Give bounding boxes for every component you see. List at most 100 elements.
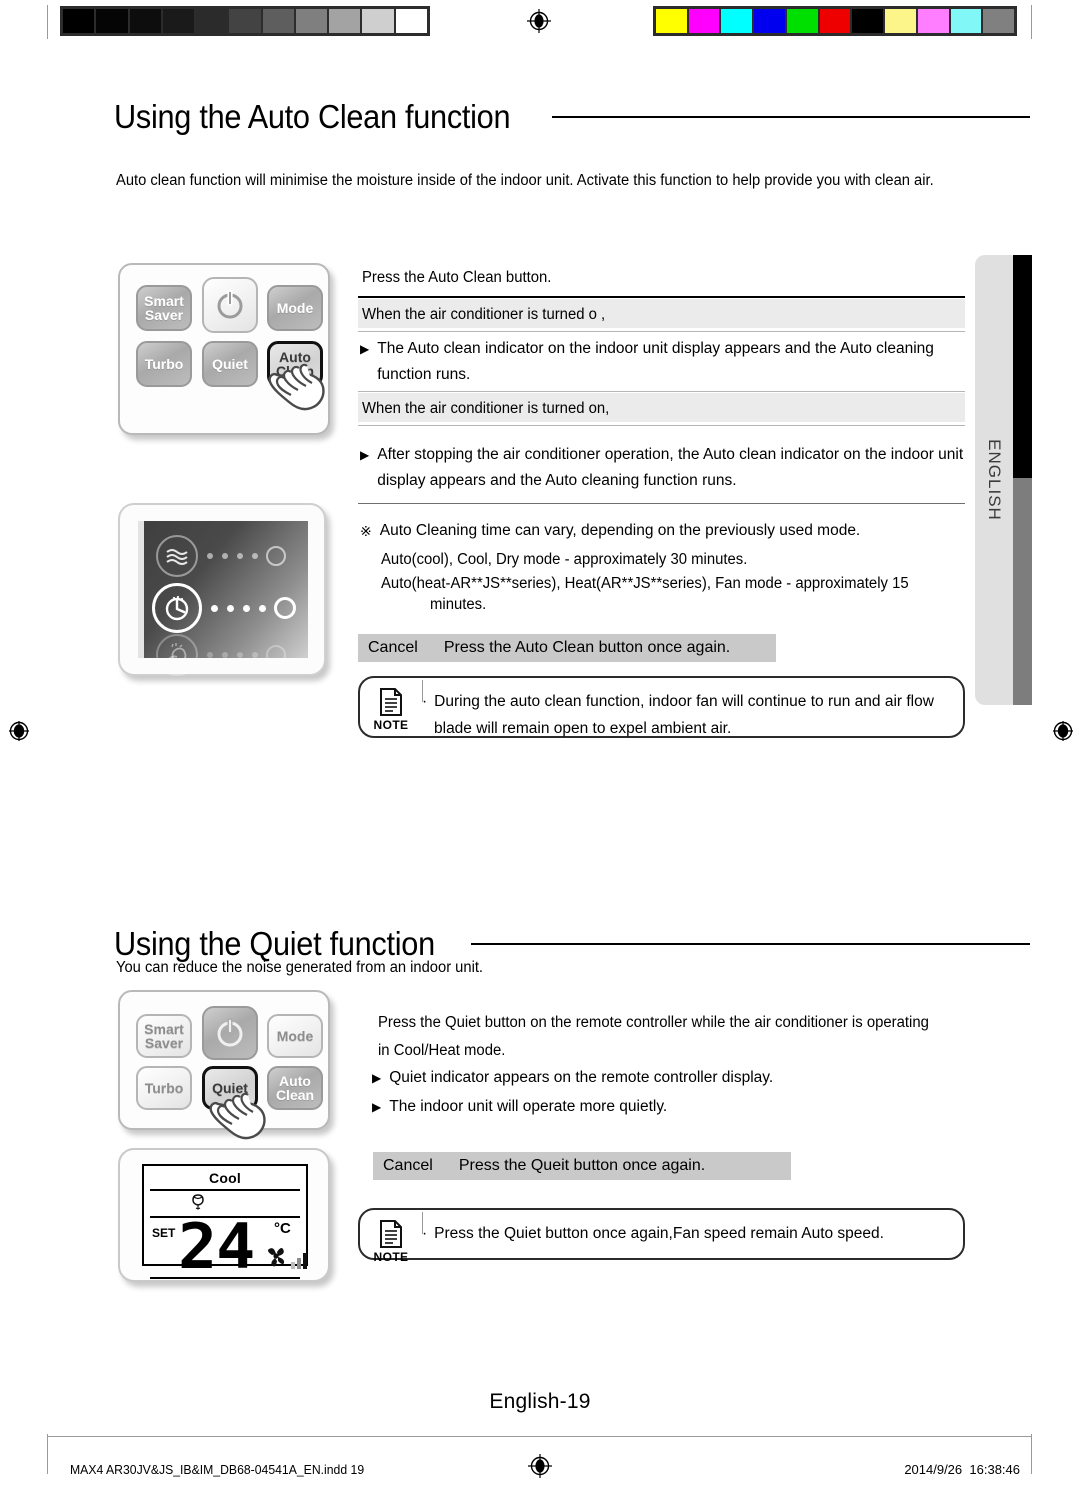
quiet-bullet-2: ▶ The indoor unit will operate more quie… — [372, 1094, 972, 1120]
remote-button-power[interactable] — [202, 1006, 258, 1060]
remote-button-label: Turbo — [144, 1079, 184, 1096]
remote-button-quiet[interactable]: Quiet — [202, 1066, 258, 1110]
note-line-2: blade will remain open to expel ambient … — [434, 720, 732, 737]
remote-button-label: Quiet — [212, 1079, 248, 1096]
color-swatch-8 — [917, 9, 949, 33]
color-swatch-4 — [786, 9, 818, 33]
remote-controller-auto-clean: Smart Saver Mode Turbo Quiet Auto Clean — [118, 263, 330, 435]
grayscale-swatch-4 — [196, 9, 228, 33]
timing-note-lead: ※ Auto Cleaning time can vary, depending… — [360, 518, 985, 544]
heading-rule — [552, 116, 1030, 118]
footer-timestamp: 2014/9/26 16:38:46 — [904, 1462, 1020, 1477]
power-icon — [217, 1018, 243, 1047]
footer-file-name: MAX4 AR30JV&JS_IB&IM_DB68-04541A_EN.indd… — [70, 1462, 365, 1477]
grayscale-swatch-3 — [162, 9, 195, 33]
grayscale-swatch-5 — [229, 9, 261, 33]
case-off-bullet: ▶ The Auto clean indicator on the indoor… — [360, 336, 985, 388]
note-document-icon — [380, 1220, 402, 1248]
color-swatch-2 — [721, 9, 753, 33]
cancel-label: Cancel — [368, 639, 418, 656]
remote-button-auto-clean[interactable]: Auto Clean — [267, 341, 323, 387]
fan-icon — [268, 1248, 285, 1267]
section-intro-quiet: You can reduce the noise generated from … — [116, 959, 484, 976]
quiet-leaf-icon — [192, 1194, 204, 1210]
remote-button-label: Quiet — [212, 355, 248, 372]
case-on-band: When the air conditioner is turned on, — [358, 393, 965, 422]
case-on-bullet: ▶ After stopping the air conditioner ope… — [360, 442, 992, 494]
color-swatch-3 — [754, 9, 785, 33]
color-swatch-6 — [852, 9, 884, 33]
remote-button-quiet[interactable]: Quiet — [202, 341, 258, 387]
page-number: English-19 — [489, 1390, 591, 1413]
crop-line-left — [47, 5, 48, 39]
quiet-step-line-2: in Cool/Heat mode. — [378, 1042, 506, 1059]
tab-marker-gray — [1013, 478, 1032, 705]
remote-button-smart-saver[interactable]: Smart Saver — [136, 285, 192, 331]
bullet-text: The indoor unit will operate more quietl… — [389, 1098, 668, 1115]
footer-divider — [47, 1436, 1032, 1437]
timing-line-1: Auto(cool), Cool, Dry mode - approximate… — [381, 551, 748, 568]
display-row-airflow — [156, 535, 286, 577]
remote-button-label: Turbo — [144, 355, 184, 372]
color-swatch-1 — [688, 9, 720, 33]
bullet-text: Quiet indicator appears on the remote co… — [389, 1069, 774, 1086]
grayscale-swatch-10 — [395, 9, 427, 33]
cancel-label: Cancel — [383, 1157, 433, 1174]
remote-button-power[interactable] — [202, 277, 258, 333]
crop-line-bottom-right — [1031, 1434, 1032, 1474]
note-body-quiet: · Press the Quiet button once again,Fan s… — [422, 1210, 884, 1247]
timing-line-3: minutes. — [430, 596, 487, 613]
note-document-icon — [380, 688, 402, 716]
section-intro-auto-clean: Auto clean function will minimise the mo… — [116, 172, 934, 189]
manual-page: ENGLISH Using the Auto Clean function Au… — [0, 0, 1080, 1491]
divider — [358, 331, 965, 332]
note-box-quiet: NOTE · Press the Quiet button once again,… — [358, 1208, 965, 1264]
section-heading-auto-clean: Using the Auto Clean function — [114, 98, 1030, 136]
color-swatch-7 — [885, 9, 916, 33]
timing-note-text: Auto Cleaning time can vary, depending o… — [379, 522, 861, 539]
remote-button-mode[interactable]: Mode — [267, 285, 323, 331]
crop-line-bottom-left — [47, 1434, 48, 1474]
divider — [358, 296, 965, 298]
display-endcap-auto-clean — [266, 645, 286, 665]
fan-speed-bars-icon — [291, 1253, 307, 1269]
lcd-set-label: SET — [152, 1226, 176, 1240]
display-endcap-airflow — [266, 546, 286, 566]
grayscale-swatch-9 — [362, 9, 394, 33]
auto-clean-indicator-icon — [156, 634, 198, 676]
cancel-bar-quiet: Cancel Press the Queit button once again… — [373, 1152, 791, 1180]
color-swatch-0 — [656, 9, 687, 33]
triangle-bullet-icon: ▶ — [372, 1071, 382, 1085]
remote-button-label: Smart Saver — [144, 1020, 184, 1051]
remote-button-smart-saver[interactable]: Smart Saver — [136, 1014, 192, 1058]
remote-button-mode[interactable]: Mode — [267, 1014, 323, 1058]
case-off-title: When the air conditioner is turned o , — [362, 306, 606, 323]
grayscale-swatch-8 — [329, 9, 361, 33]
note-box-auto-clean: NOTE · During the auto clean function, in… — [358, 676, 965, 738]
display-dots-auto-clean — [207, 652, 258, 658]
grayscale-swatch-2 — [129, 9, 161, 33]
note-icon-group: NOTE — [360, 1210, 422, 1264]
remote-button-turbo[interactable]: Turbo — [136, 1066, 192, 1110]
color-calibration-bar — [653, 6, 1017, 36]
remote-lcd-panel: Cool SET 24 °C — [118, 1148, 330, 1283]
lcd-mode-label: Cool — [209, 1170, 241, 1186]
display-row-auto-clean — [156, 634, 286, 676]
remote-button-label: Auto Clean — [275, 1072, 315, 1103]
tab-marker-black — [1013, 255, 1032, 478]
grayscale-swatch-6 — [262, 9, 294, 33]
airflow-waves-icon — [156, 535, 198, 577]
note-label: NOTE — [373, 1250, 409, 1264]
display-row-timer — [152, 583, 296, 633]
color-swatch-5 — [819, 9, 851, 33]
note-icon-group: NOTE — [360, 678, 422, 732]
remote-button-turbo[interactable]: Turbo — [136, 341, 192, 387]
registration-target-icon-bottom — [527, 1453, 553, 1479]
remote-button-label: Mode — [276, 1027, 314, 1044]
grayscale-swatch-0 — [63, 9, 95, 33]
footer-time: 16:38:46 — [969, 1462, 1020, 1477]
footer-date: 2014/9/26 — [904, 1462, 963, 1477]
remote-button-auto-clean[interactable]: Auto Clean — [267, 1066, 323, 1110]
triangle-bullet-icon: ▶ — [360, 448, 370, 462]
divider — [358, 425, 965, 426]
